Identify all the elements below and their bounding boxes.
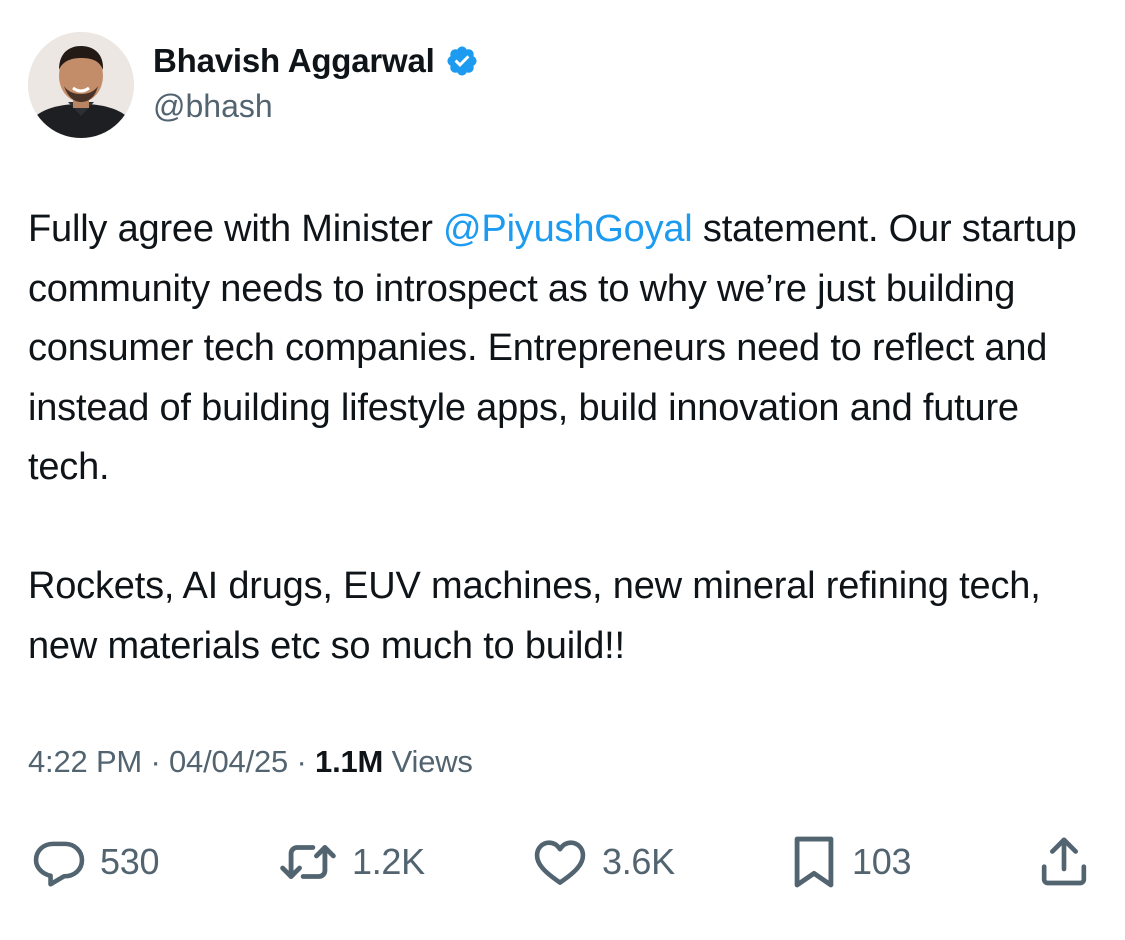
repost-icon: [276, 833, 340, 891]
verified-badge-icon: [445, 44, 479, 78]
tweet-paragraph-2: Rockets, AI drugs, EUV machines, new min…: [28, 565, 1041, 667]
bookmark-icon: [788, 833, 840, 891]
bookmark-count: 103: [852, 841, 912, 882]
repost-button[interactable]: 1.2K: [276, 830, 425, 894]
avatar[interactable]: [28, 32, 134, 138]
author-block: Bhavish Aggarwal @bhash: [153, 40, 479, 125]
repost-count: 1.2K: [352, 841, 425, 882]
like-count: 3.6K: [602, 841, 675, 882]
action-bar: 530 1.2K 3.6K 103: [0, 830, 1125, 894]
tweet-text-part: Fully agree with Minister: [28, 208, 444, 250]
tweet-meta: 4:22 PM · 04/04/25 · 1.1M Views: [28, 744, 473, 780]
tweet-date[interactable]: 04/04/25: [169, 744, 288, 779]
tweet-text-part: statement. Our startup community needs t…: [28, 208, 1077, 488]
author-handle[interactable]: @bhash: [153, 88, 479, 125]
tweet-time[interactable]: 4:22 PM: [28, 744, 142, 779]
tweet-text: Fully agree with Minister @PiyushGoyal s…: [28, 200, 1103, 676]
reply-count: 530: [100, 841, 160, 882]
meta-separator: ·: [288, 744, 316, 779]
share-icon: [1036, 833, 1092, 891]
like-button[interactable]: 3.6K: [530, 830, 675, 894]
reply-icon: [30, 833, 88, 891]
profile-photo-icon: [28, 32, 134, 138]
share-button[interactable]: [1036, 830, 1092, 894]
tweet-paragraph-1: Fully agree with Minister @PiyushGoyal s…: [28, 200, 1103, 498]
mention-link[interactable]: @PiyushGoyal: [443, 208, 693, 250]
heart-icon: [530, 833, 590, 891]
views-label: Views: [383, 744, 473, 779]
author-name[interactable]: Bhavish Aggarwal: [153, 42, 435, 80]
views-count: 1.1M: [315, 744, 384, 779]
meta-separator: ·: [142, 744, 170, 779]
bookmark-button[interactable]: 103: [788, 830, 911, 894]
reply-button[interactable]: 530: [30, 830, 159, 894]
